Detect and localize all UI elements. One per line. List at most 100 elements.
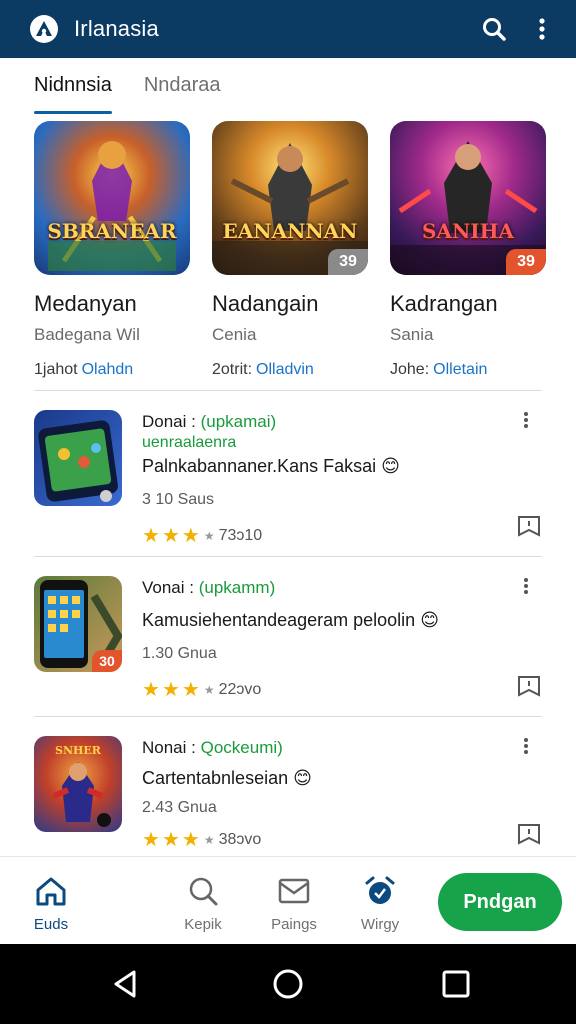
tab-bar: Nidnnsia Nndaraa xyxy=(34,74,253,114)
list-prefix: Vonai : xyxy=(142,578,194,597)
alarm-icon xyxy=(365,876,395,904)
featured-meta-text: 1jahot xyxy=(34,361,78,378)
featured-card[interactable]: EANANNAN 39 Nadangain Cenia 2otrit: Ollad… xyxy=(212,121,368,379)
list-description: Cartentabnleseian 😊 xyxy=(142,768,312,788)
featured-art-title: EANANNAN xyxy=(222,219,358,243)
featured-subtitle: Sania xyxy=(390,325,434,344)
mail-icon xyxy=(278,878,310,904)
featured-meta-text: 2otrit: xyxy=(212,361,253,378)
rating-count: 22ɔvo xyxy=(218,680,262,698)
more-vert-icon[interactable] xyxy=(516,734,536,758)
list-tag: (upkamai) xyxy=(200,412,277,431)
star-icon: ★ xyxy=(161,679,180,701)
list-heading: Vonai : (upkamm) xyxy=(142,578,502,598)
nav-item-kepik[interactable]: Kepik xyxy=(168,875,238,933)
featured-art-title: SBRANEAR xyxy=(47,219,177,243)
featured-card[interactable]: SANIHA 39 Kadrangan Sania Johe: Olletain xyxy=(390,121,546,379)
rating-row: ★ ★ ★ ★ 38ɔvo xyxy=(142,827,502,852)
nav-item-wirgy[interactable]: Wirgy xyxy=(345,875,415,933)
list-size: 1.30 Gnua xyxy=(142,645,217,662)
divider xyxy=(34,390,542,391)
more-vert-icon[interactable] xyxy=(516,574,536,598)
featured-badge: 39 xyxy=(328,249,368,275)
featured-thumbnail[interactable]: SANIHA 39 xyxy=(390,121,546,275)
list-heading: Nonai : Qockeumi) xyxy=(142,738,502,758)
featured-meta: Johe: Olletain xyxy=(390,361,546,379)
featured-name: Nadangain xyxy=(212,291,319,316)
featured-meta: 1jahot Olahdn xyxy=(34,361,190,379)
bookmark-icon[interactable] xyxy=(516,514,542,538)
bookmark-icon[interactable] xyxy=(516,822,542,846)
app-bar: Irlanasia xyxy=(0,0,576,58)
list-size: 3 10 Saus xyxy=(142,491,215,508)
featured-link[interactable]: Olladvin xyxy=(256,361,314,378)
back-icon[interactable] xyxy=(108,966,144,1002)
system-navigation-bar xyxy=(0,944,576,1024)
star-icon: ★ xyxy=(181,829,200,851)
list-item[interactable]: 30 Vonai : (upkamm) Kamusiehentandeagera… xyxy=(34,572,544,712)
featured-badge: 39 xyxy=(506,249,546,275)
list-description: Palnkabannaner.Kans Faksai 😊 xyxy=(142,456,400,476)
featured-row: SBRANEAR Medanyan Badegana Wil 1jahot Ola… xyxy=(34,121,554,379)
featured-meta: 2otrit: Olladvin xyxy=(212,361,368,379)
list-item[interactable]: Donai : (upkamai) uenraalaenra Palnkaban… xyxy=(34,406,544,548)
featured-art-title: SANIHA xyxy=(421,219,514,243)
divider xyxy=(34,556,542,557)
tab-nidnnsia[interactable]: Nidnnsia xyxy=(34,74,112,114)
nav-label: Kepik xyxy=(184,916,222,933)
divider xyxy=(34,716,542,717)
list-prefix: Donai : xyxy=(142,412,196,431)
list-body: Vonai : (upkamm) Kamusiehentandeageram p… xyxy=(142,578,502,702)
star-icon: ★ xyxy=(142,829,160,851)
list-prefix: Nonai : xyxy=(142,738,196,757)
featured-card[interactable]: SBRANEAR Medanyan Badegana Wil 1jahot Ola… xyxy=(34,121,190,379)
nav-label: Paings xyxy=(271,916,317,933)
featured-link[interactable]: Olahdn xyxy=(82,361,134,378)
nav-label: Euds xyxy=(33,916,69,933)
search-icon[interactable] xyxy=(476,11,512,47)
featured-link[interactable]: Olletain xyxy=(433,361,487,378)
list-item[interactable]: SNHER Nonai : Qockeumi) Cartentabnleseia… xyxy=(34,732,544,852)
list-description: Kamusiehentandeageram peloolin 😊 xyxy=(142,610,439,630)
list-thumbnail[interactable] xyxy=(34,410,122,506)
rating-count: 73ɔ10 xyxy=(218,526,263,544)
featured-thumbnail[interactable]: EANANNAN 39 xyxy=(212,121,368,275)
app-title: Irlanasia xyxy=(74,16,159,41)
recents-icon[interactable] xyxy=(438,966,474,1002)
list-thumbnail[interactable]: 30 xyxy=(34,576,122,672)
list-subtitle: uenraalaenra xyxy=(142,434,237,451)
star-icon: ★ xyxy=(142,679,160,701)
home-circle-icon[interactable] xyxy=(270,966,306,1002)
app-logo-icon[interactable] xyxy=(30,15,58,43)
bookmark-icon[interactable] xyxy=(516,674,542,698)
rating-count: 38ɔvo xyxy=(218,830,262,848)
nav-item-euds[interactable]: Euds xyxy=(16,875,86,933)
star-outline-icon: ★ xyxy=(203,682,215,697)
more-vert-icon[interactable] xyxy=(516,408,536,432)
list-thumbnail[interactable]: SNHER xyxy=(34,736,122,832)
list-thumb-badge: 30 xyxy=(92,650,122,672)
list-size: 2.43 Gnua xyxy=(142,799,217,816)
list-body: Nonai : Qockeumi) Cartentabnleseian 😊 2.… xyxy=(142,738,502,852)
home-icon xyxy=(36,877,66,906)
star-icon: ★ xyxy=(161,525,180,547)
search-icon xyxy=(189,877,218,906)
featured-thumbnail[interactable]: SBRANEAR xyxy=(34,121,190,275)
star-icon: ★ xyxy=(181,679,200,701)
svg-text:SNHER: SNHER xyxy=(55,744,102,757)
list-tag: (upkamm) xyxy=(198,578,276,597)
star-icon: ★ xyxy=(142,525,160,547)
nav-item-paings[interactable]: Paings xyxy=(259,875,329,933)
featured-subtitle: Badegana Wil xyxy=(34,325,140,344)
star-outline-icon: ★ xyxy=(203,528,215,543)
tab-nndaraa[interactable]: Nndaraa xyxy=(144,74,221,114)
featured-subtitle: Cenia xyxy=(212,325,257,344)
list-heading: Donai : (upkamai) xyxy=(142,412,502,432)
nav-label: Wirgy xyxy=(360,916,400,933)
primary-action-button[interactable]: Pndgan xyxy=(438,873,562,931)
star-icon: ★ xyxy=(181,525,200,547)
list-body: Donai : (upkamai) uenraalaenra Palnkaban… xyxy=(142,412,502,548)
more-vert-icon[interactable] xyxy=(524,11,560,47)
featured-meta-text: Johe: xyxy=(390,361,430,378)
rating-row: ★ ★ ★ ★ 22ɔvo xyxy=(142,677,502,702)
